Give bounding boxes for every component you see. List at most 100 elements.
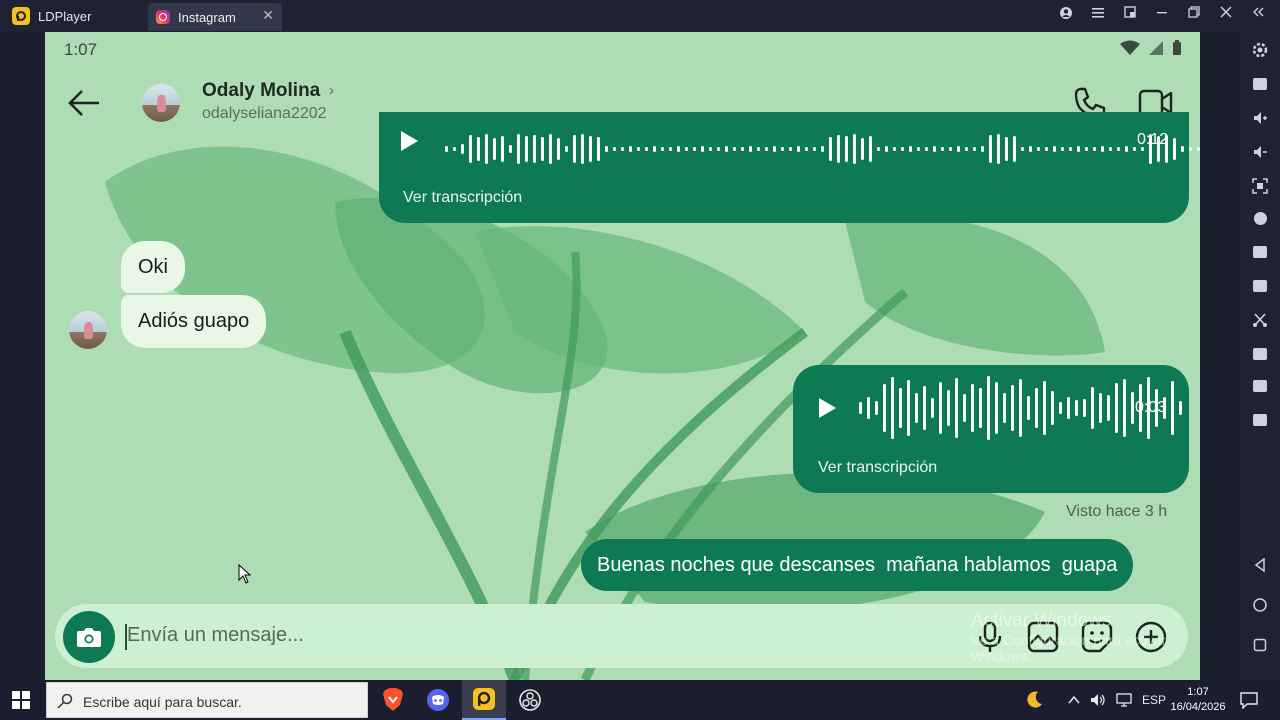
waveform-bar <box>979 388 982 428</box>
android-home-icon[interactable] <box>1252 598 1268 614</box>
waveform-bar <box>581 134 584 164</box>
network-icon[interactable] <box>1116 693 1132 707</box>
play-icon[interactable] <box>819 398 836 418</box>
view-transcription-link[interactable]: Ver transcripción <box>818 459 937 477</box>
windows-start-icon[interactable] <box>12 691 30 709</box>
emulator-title-bar: LDPlayer Instagram ✕ <box>0 0 1280 32</box>
operation-record-icon[interactable] <box>1252 378 1268 394</box>
waveform-bar <box>957 146 960 152</box>
waveform-bar <box>933 146 936 152</box>
back-arrow-icon[interactable] <box>67 88 101 118</box>
waveform-bar <box>685 147 688 151</box>
contact-avatar[interactable] <box>142 84 180 122</box>
waveform-bar <box>733 147 736 151</box>
waveform-bar <box>1085 147 1088 151</box>
outgoing-message-bubble[interactable]: Buenas noches que descanses mañana habla… <box>581 539 1134 591</box>
fullscreen-icon[interactable] <box>1114 6 1146 23</box>
instagram-chat-screen: 1:07 Odaly Molina › odalyseliana2202 0:1… <box>45 32 1200 680</box>
waveform-bar <box>677 146 680 152</box>
waveform-bar <box>541 137 544 161</box>
waveform-bar <box>947 390 950 426</box>
waveform-bar <box>1133 147 1136 151</box>
waveform-bar <box>709 147 712 151</box>
more-icon[interactable] <box>1252 412 1268 428</box>
message-input[interactable]: Envía un mensaje... <box>127 624 304 647</box>
close-icon[interactable] <box>1210 6 1242 23</box>
tab-instagram[interactable]: Instagram ✕ <box>148 3 282 31</box>
waveform-bar <box>621 147 624 151</box>
waveform-bar <box>987 376 990 440</box>
waveform-bar <box>797 146 800 152</box>
volume-down-icon[interactable] <box>1252 144 1268 160</box>
waveform-bar <box>445 146 448 152</box>
ldplayer-taskbar-icon[interactable] <box>462 680 506 720</box>
header-overlap-mask <box>379 112 1189 137</box>
android-back-icon[interactable] <box>1252 557 1268 574</box>
message-text: Adiós guapo <box>138 310 250 332</box>
contact-name[interactable]: Odaly Molina <box>202 80 320 102</box>
seen-status: Visto hace 3 h <box>1066 503 1168 520</box>
camera-button[interactable] <box>63 611 115 663</box>
settings-icon[interactable] <box>1252 42 1268 58</box>
screenshot-icon[interactable] <box>1252 178 1268 194</box>
waveform-bar <box>859 402 862 414</box>
input-language[interactable]: ESP <box>1142 693 1166 707</box>
obs-icon[interactable] <box>508 680 552 720</box>
brave-browser-icon[interactable] <box>371 680 415 720</box>
multi-instance-icon[interactable] <box>1252 244 1268 260</box>
waveform-bar <box>493 138 496 160</box>
waveform-bar <box>995 382 998 434</box>
waveform-bar <box>981 146 984 152</box>
keyboard-icon[interactable] <box>1252 76 1268 92</box>
android-recents-icon[interactable] <box>1252 638 1268 654</box>
waveform-bar <box>669 147 672 151</box>
record-video-icon[interactable] <box>1252 346 1268 362</box>
battery-icon <box>1173 40 1181 55</box>
waveform-bar <box>1179 401 1182 415</box>
chevron-up-icon[interactable] <box>1068 695 1080 705</box>
waveform-bar <box>773 146 776 152</box>
waveform-bar <box>1101 146 1104 152</box>
waveform-bar <box>867 397 870 419</box>
collapse-sidebar-icon[interactable] <box>1242 6 1274 23</box>
waveform-bar <box>877 147 880 151</box>
incoming-message-bubble[interactable]: Adiós guapo <box>121 295 267 348</box>
waveform-bar <box>781 147 784 151</box>
waveform-bar <box>1043 381 1046 435</box>
sender-avatar[interactable] <box>69 311 107 349</box>
waveform-bar <box>915 393 918 423</box>
minimize-icon[interactable] <box>1146 6 1178 23</box>
waveform-bar <box>1077 146 1080 152</box>
tab-close-icon[interactable]: ✕ <box>262 7 274 24</box>
waveform-bar <box>869 136 872 162</box>
waveform-bar <box>645 147 648 151</box>
voice-message-bubble[interactable]: 0:03 Ver transcripción <box>793 365 1189 493</box>
volume-icon[interactable] <box>1090 693 1106 707</box>
discord-icon[interactable] <box>416 680 460 720</box>
apk-install-icon[interactable] <box>1252 278 1268 294</box>
restore-icon[interactable] <box>1178 6 1210 23</box>
night-light-icon[interactable] <box>1024 690 1044 710</box>
account-icon[interactable] <box>1050 6 1082 23</box>
waveform-bar <box>1051 391 1054 425</box>
taskbar-clock[interactable]: 1:07 16/04/2026 <box>1168 685 1228 715</box>
contact-username[interactable]: odalyseliana2202 <box>202 105 327 123</box>
waveform-bar <box>453 147 456 151</box>
scissors-icon[interactable] <box>1252 312 1268 328</box>
waveform-bar <box>573 135 576 163</box>
search-icon <box>57 693 73 709</box>
waveform-bar <box>845 136 848 162</box>
waveform-bar <box>629 146 632 152</box>
waveform-bar <box>1067 397 1070 419</box>
waveform-bar <box>923 386 926 430</box>
notifications-icon[interactable] <box>1240 691 1258 709</box>
voice-waveform <box>445 134 1200 164</box>
waveform-bar <box>1107 395 1110 421</box>
volume-up-icon[interactable] <box>1252 110 1268 126</box>
incoming-message-bubble[interactable]: Oki <box>121 241 185 293</box>
waveform-bar <box>1053 146 1056 152</box>
view-transcription-link[interactable]: Ver transcripción <box>403 189 522 207</box>
taskbar-search[interactable]: Escribe aquí para buscar. <box>46 682 368 718</box>
menu-icon[interactable] <box>1082 6 1114 23</box>
location-icon[interactable] <box>1252 210 1268 226</box>
